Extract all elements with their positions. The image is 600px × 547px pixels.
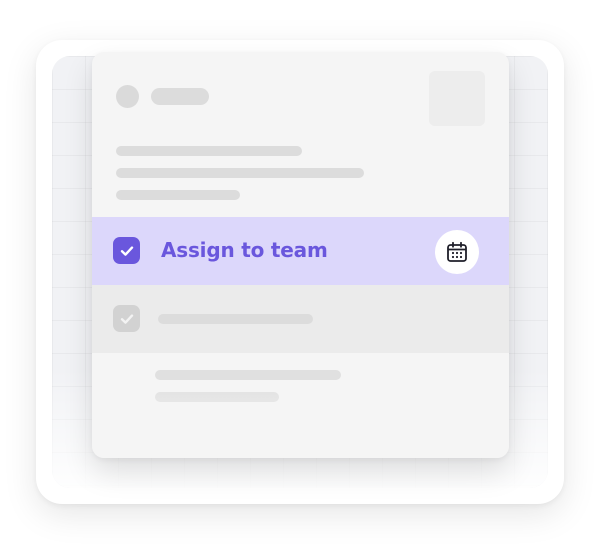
check-icon — [120, 313, 133, 324]
thumbnail-placeholder — [429, 71, 485, 126]
check-icon — [120, 245, 133, 256]
task-row-secondary[interactable] — [92, 285, 509, 353]
text-line-placeholder — [116, 168, 364, 178]
text-line-placeholder — [116, 190, 240, 200]
due-date-button[interactable] — [435, 230, 479, 274]
text-line-placeholder — [116, 146, 302, 156]
card-fade — [92, 388, 509, 458]
text-line-placeholder — [155, 370, 341, 380]
task-card: Assign to team — [92, 52, 509, 458]
task-row-assign[interactable]: Assign to team — [92, 217, 509, 285]
task-label-placeholder — [158, 314, 313, 324]
avatar-placeholder — [116, 85, 139, 108]
illustration: Assign to team — [0, 0, 600, 547]
task-title: Assign to team — [161, 238, 328, 262]
task-checkbox-secondary[interactable] — [113, 305, 140, 332]
name-placeholder — [151, 88, 209, 105]
task-checkbox[interactable] — [113, 237, 140, 264]
calendar-icon — [447, 241, 467, 262]
